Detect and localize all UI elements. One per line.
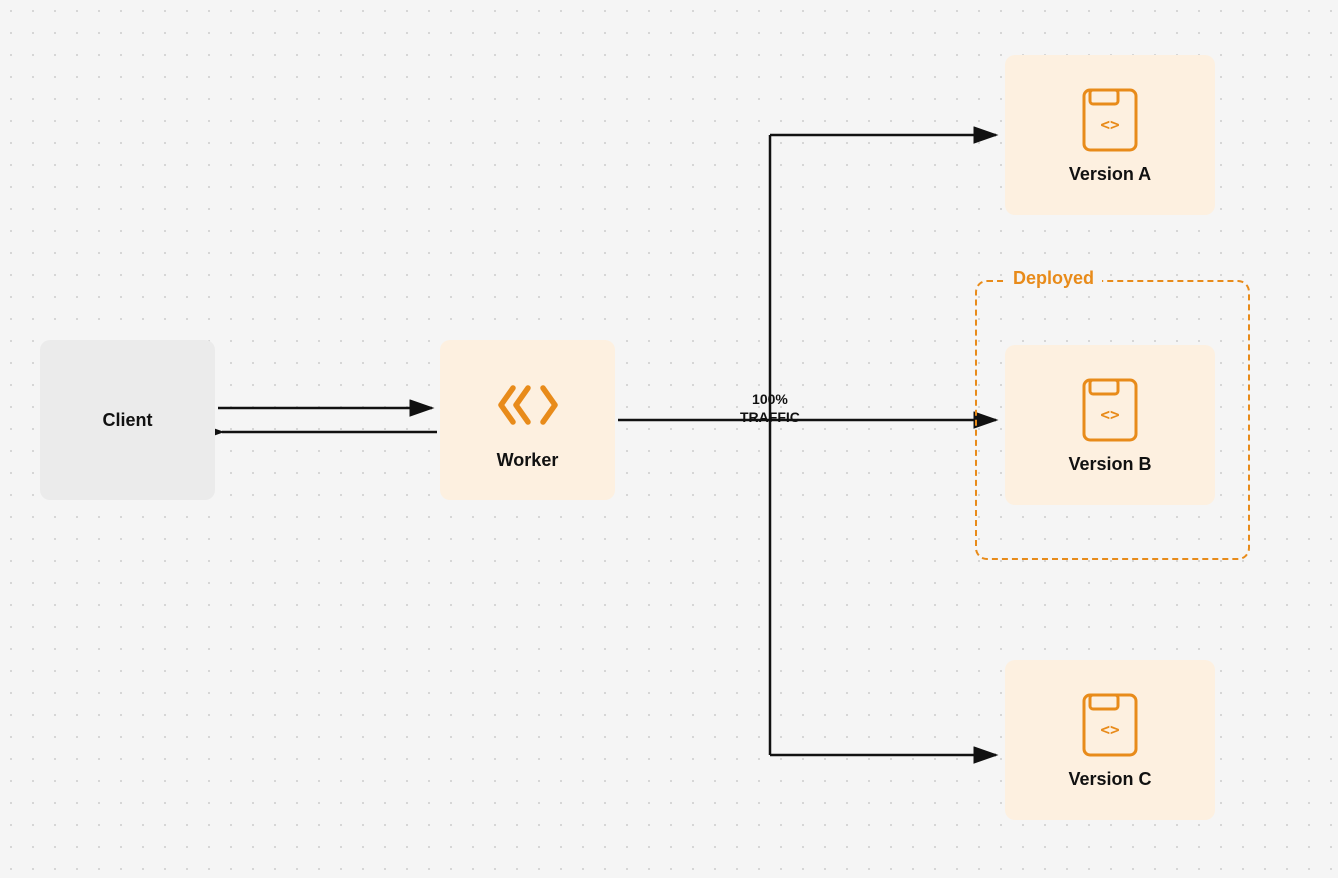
traffic-line2: TRAFFIC [740,408,800,426]
deployed-label: Deployed [1005,268,1102,289]
svg-text:<>: <> [1100,720,1119,739]
version-b-box: <> Version B [1005,345,1215,505]
version-c-icon: <> [1076,691,1144,759]
svg-text:<>: <> [1100,115,1119,134]
client-box: Client [40,340,215,500]
worker-icon [493,370,563,440]
version-c-box: <> Version C [1005,660,1215,820]
svg-text:<>: <> [1100,405,1119,424]
version-b-label: Version B [1068,454,1151,475]
version-a-icon: <> [1076,86,1144,154]
client-label: Client [102,410,152,431]
version-c-label: Version C [1068,769,1151,790]
version-a-label: Version A [1069,164,1151,185]
worker-box: Worker [440,340,615,500]
version-a-box: <> Version A [1005,55,1215,215]
version-b-icon: <> [1076,376,1144,444]
traffic-label: 100% TRAFFIC [740,390,800,426]
traffic-line1: 100% [740,390,800,408]
diagram: Client Worker <> Version A Deployed [0,0,1338,878]
worker-label: Worker [497,450,559,471]
